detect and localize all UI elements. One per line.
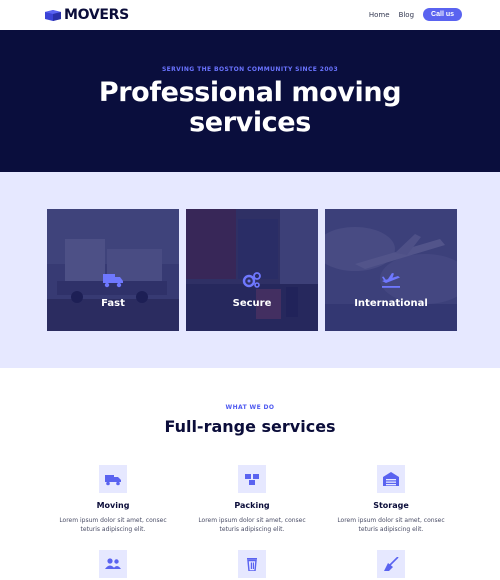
boxes-icon	[245, 474, 259, 485]
hero-eyebrow: SERVING THE BOSTON COMMUNITY SINCE 2003	[161, 66, 339, 73]
broom-icon	[384, 557, 399, 571]
service-name: Storage	[373, 501, 409, 510]
nav-link-blog[interactable]: Blog	[399, 11, 414, 19]
hero-section: SERVING THE BOSTON COMMUNITY SINCE 2003 …	[0, 30, 500, 172]
logo[interactable]: MOVERS	[45, 7, 129, 23]
service-name: Packing	[234, 501, 270, 510]
service-item-5[interactable]	[187, 550, 317, 578]
service-description: Lorem ipsum dolor sit amet, consec tetur…	[337, 517, 445, 533]
gears-icon	[242, 272, 261, 288]
service-item-6[interactable]	[326, 550, 456, 578]
hero-title: Professional moving services	[0, 78, 500, 138]
box-logo-icon	[45, 9, 61, 21]
logo-text: MOVERS	[64, 7, 129, 23]
warehouse-icon	[383, 472, 399, 486]
services-eyebrow: WHAT WE DO	[225, 404, 275, 411]
service-item-storage[interactable]: Storage Lorem ipsum dolor sit amet, cons…	[326, 465, 456, 534]
service-description: Lorem ipsum dolor sit amet, consec tetur…	[59, 517, 167, 533]
feature-card-international[interactable]: International	[325, 209, 457, 331]
service-item-packing[interactable]: Packing Lorem ipsum dolor sit amet, cons…	[187, 465, 317, 534]
services-section: WHAT WE DO Full-range services Moving Lo…	[0, 368, 500, 580]
feature-label: Secure	[232, 298, 272, 309]
feature-card-secure[interactable]: Secure	[186, 209, 318, 331]
main-nav: Home Blog Call us	[369, 8, 462, 21]
service-name: Moving	[96, 501, 130, 510]
plane-icon	[382, 273, 400, 288]
features-band: Fast Secure International	[0, 172, 500, 368]
service-item-moving[interactable]: Moving Lorem ipsum dolor sit amet, conse…	[48, 465, 178, 534]
feature-card-fast[interactable]: Fast	[47, 209, 179, 331]
card-overlay	[325, 209, 457, 331]
hero-title-line-1: Professional moving	[98, 77, 402, 108]
card-overlay	[47, 209, 179, 331]
truck-icon	[103, 274, 123, 288]
service-item-4[interactable]	[48, 550, 178, 578]
nav-link-home[interactable]: Home	[369, 11, 390, 19]
people-icon	[105, 558, 121, 569]
service-description: Lorem ipsum dolor sit amet, consec tetur…	[198, 517, 306, 533]
site-header: MOVERS Home Blog Call us	[0, 0, 500, 30]
call-us-button[interactable]: Call us	[423, 8, 462, 21]
trash-icon	[247, 558, 257, 571]
feature-label: International	[354, 298, 428, 309]
hero-title-line-2: services	[189, 107, 311, 138]
feature-label: Fast	[101, 298, 125, 309]
card-overlay	[186, 209, 318, 331]
moving-truck-icon	[105, 475, 121, 486]
services-title: Full-range services	[164, 417, 336, 436]
